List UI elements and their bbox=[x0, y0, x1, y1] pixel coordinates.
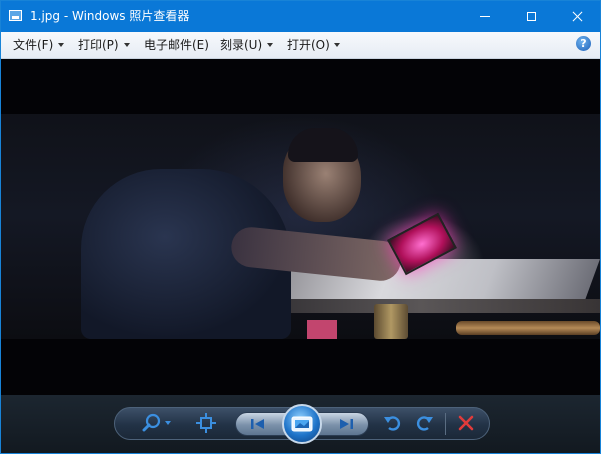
rotate-ccw-icon bbox=[384, 416, 401, 431]
delete-x-icon bbox=[458, 415, 474, 431]
skip-previous-icon bbox=[251, 419, 264, 429]
toolbar-divider bbox=[445, 413, 446, 435]
next-button[interactable] bbox=[333, 414, 359, 434]
help-icon[interactable]: ? bbox=[576, 36, 591, 51]
title-bar[interactable]: 1.jpg - Windows 照片查看器 bbox=[1, 1, 600, 32]
skip-next-icon bbox=[340, 419, 353, 429]
image-viewport bbox=[1, 59, 600, 395]
minimize-icon bbox=[480, 16, 490, 17]
close-button[interactable] bbox=[554, 1, 600, 32]
photo-figure-hair bbox=[288, 128, 358, 162]
photo-viewer-window: 1.jpg - Windows 照片查看器 文件(F) 打印(P) 电子邮件(E… bbox=[0, 0, 601, 454]
menu-email[interactable]: 电子邮件(E) bbox=[144, 37, 209, 53]
rotate-cw-icon bbox=[416, 416, 433, 431]
menu-open-dropdown-icon[interactable] bbox=[334, 43, 340, 47]
menu-burn[interactable]: 刻录(U) bbox=[220, 37, 262, 53]
fit-window-icon bbox=[196, 413, 216, 433]
maximize-icon bbox=[526, 12, 536, 21]
photo-jar bbox=[374, 304, 408, 339]
delete-button[interactable] bbox=[453, 410, 479, 436]
menu-bar: 文件(F) 打印(P) 电子邮件(E) 刻录(U) 打开(O) bbox=[1, 32, 600, 59]
photo-roll bbox=[456, 321, 600, 335]
menu-file[interactable]: 文件(F) bbox=[13, 37, 53, 53]
minimize-button[interactable] bbox=[462, 1, 508, 32]
close-icon bbox=[572, 11, 583, 22]
app-icon bbox=[9, 10, 22, 21]
window-title: 1.jpg - Windows 照片查看器 bbox=[30, 9, 190, 23]
menu-print-dropdown-icon[interactable] bbox=[124, 43, 130, 47]
menu-file-dropdown-icon[interactable] bbox=[58, 43, 64, 47]
displayed-photo bbox=[1, 114, 600, 339]
menu-print[interactable]: 打印(P) bbox=[78, 37, 119, 53]
rotate-clockwise-button[interactable] bbox=[411, 410, 437, 436]
maximize-button[interactable] bbox=[508, 1, 554, 32]
photo-desk-edge bbox=[241, 299, 600, 313]
magnifier-icon bbox=[142, 413, 171, 432]
previous-button[interactable] bbox=[245, 414, 271, 434]
slideshow-button[interactable] bbox=[282, 404, 322, 444]
menu-open[interactable]: 打开(O) bbox=[287, 37, 330, 53]
rotate-counterclockwise-button[interactable] bbox=[380, 410, 406, 436]
slideshow-icon bbox=[291, 416, 313, 432]
menu-burn-dropdown-icon[interactable] bbox=[267, 43, 273, 47]
photo-red-box bbox=[307, 320, 337, 339]
actual-size-button[interactable] bbox=[193, 410, 219, 436]
zoom-button[interactable] bbox=[140, 410, 174, 436]
bottom-toolbar bbox=[1, 395, 600, 453]
